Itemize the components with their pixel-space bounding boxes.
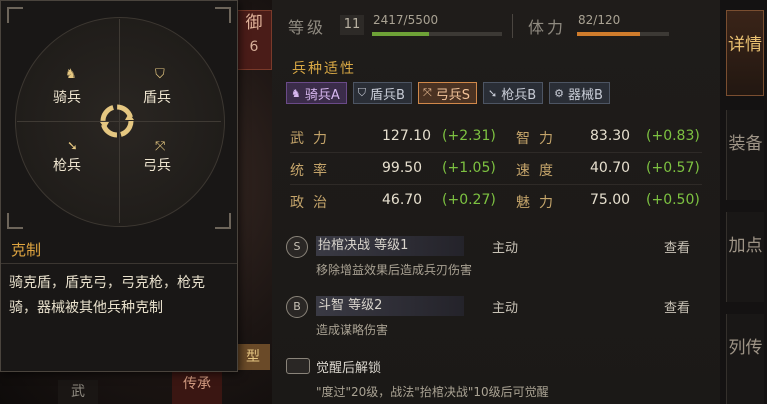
awaken-description: "度过"20级，战法"抬棺决战"10级后可觉醒	[316, 385, 549, 399]
stamina-text: 82/120	[578, 13, 621, 27]
popup-body: 骑克盾，盾克弓，弓克枪，枪克骑，器械被其他兵种克制	[9, 275, 205, 316]
stat-bonus: (+0.50)	[646, 192, 700, 208]
defense-badge-label: 御	[245, 13, 263, 33]
tab-equipment[interactable]: 装备	[726, 110, 764, 200]
aptitude-shield[interactable]: ⛉ 盾兵B	[352, 82, 412, 104]
tab-label: 列传	[728, 338, 763, 358]
stat-bonus: (+0.83)	[646, 128, 700, 144]
exp-text: 2417/5500	[373, 13, 439, 27]
spear-icon: ➘	[67, 139, 78, 154]
shield-icon: ⛉	[357, 86, 367, 99]
level-value: 11	[340, 15, 364, 35]
aptitude-label: 器械B	[568, 87, 603, 103]
aptitude-list: ♞ 骑兵A ⛉ 盾兵B ⤧ 弓兵S ➘ 枪兵B ⚙ 器械B	[286, 82, 610, 104]
stat-divider	[290, 184, 702, 185]
skill-description: 造成谋略伤害	[316, 323, 389, 337]
corner-ornament	[7, 7, 23, 23]
aptitude-title: 兵种适性	[292, 61, 356, 77]
popup-title: 克制	[11, 241, 42, 259]
tab-details[interactable]: 详情	[726, 10, 764, 96]
level-label: 等级	[288, 18, 327, 37]
stat-name: 武力	[290, 131, 336, 147]
aptitude-label: 枪兵B	[501, 87, 537, 103]
stat-value: 75.00	[590, 192, 631, 208]
cycle-arrows-icon	[100, 104, 134, 138]
horse-icon: ♞	[65, 67, 77, 82]
skill-description: 移除增益效果后造成兵刃伤害	[316, 263, 473, 277]
stat-bonus: (+0.57)	[646, 160, 700, 176]
stat-value: 127.10	[382, 128, 431, 144]
stat-bonus: (+2.31)	[442, 128, 496, 144]
wheel-label-cavalry: 骑兵	[53, 90, 81, 106]
bow-icon: ⤧	[155, 139, 166, 154]
aptitude-label: 盾兵B	[370, 87, 405, 103]
tab-biography[interactable]: 列传	[726, 314, 764, 404]
stat-value: 46.70	[382, 192, 423, 208]
aptitude-siege[interactable]: ⚙ 器械B	[549, 82, 610, 104]
defense-badge-value: 6	[249, 39, 259, 55]
skill-name: 抬棺决战 等级1	[316, 236, 464, 256]
shield-icon: ⛉	[155, 67, 165, 82]
awaken-title: 觉醒后解锁	[316, 361, 382, 376]
character-detail-panel: 等级 11 2417/5500 体力 82/120 兵种适性 ♞ 骑兵A ⛉ 盾兵B…	[272, 0, 720, 404]
corner-ornament	[215, 213, 231, 229]
stat-value: 99.50	[382, 160, 423, 176]
xing-tag[interactable]: 型	[236, 344, 270, 370]
aptitude-label: 骑兵A	[304, 87, 340, 103]
stat-name: 魅力	[516, 195, 562, 211]
aptitude-label: 弓兵S	[435, 87, 471, 103]
stat-name: 统率	[290, 163, 336, 179]
tab-label: 加点	[728, 236, 763, 256]
popup-divider	[1, 263, 237, 264]
tab-label: 装备	[728, 134, 763, 154]
corner-ornament	[215, 7, 231, 23]
aptitude-cavalry[interactable]: ♞ 骑兵A	[286, 82, 347, 104]
tab-points[interactable]: 加点	[726, 212, 764, 302]
exp-bar	[372, 32, 502, 36]
corner-ornament	[7, 213, 23, 229]
skill-grade-badge: B	[286, 296, 308, 318]
skill-type: 主动	[492, 301, 519, 316]
horse-icon: ♞	[291, 86, 301, 100]
skill-type: 主动	[492, 241, 519, 256]
wheel-label-shield: 盾兵	[143, 90, 171, 106]
status-bar: 等级 11 2417/5500 体力 82/120	[272, 8, 720, 42]
stat-value: 83.30	[590, 128, 631, 144]
siege-icon: ⚙	[554, 86, 565, 100]
stamina-label: 体力	[528, 18, 567, 37]
lock-icon	[286, 358, 310, 374]
stamina-bar	[577, 32, 669, 36]
stamina-bar-fill	[577, 32, 640, 36]
aptitude-archer[interactable]: ⤧ 弓兵S	[417, 82, 478, 104]
bottom-tab-wu[interactable]: 武	[58, 380, 98, 404]
side-tabs: 详情 装备 加点 列传	[726, 0, 767, 404]
tab-label: 详情	[728, 35, 762, 55]
view-skill-button[interactable]: 查看	[664, 297, 690, 316]
bow-icon: ⤧	[422, 86, 432, 99]
defense-badge: 御 6	[236, 10, 272, 70]
skill-grade-badge: S	[286, 236, 308, 258]
stat-name: 速度	[516, 163, 562, 179]
aptitude-spear[interactable]: ➘ 枪兵B	[483, 82, 544, 104]
view-skill-button[interactable]: 查看	[664, 237, 690, 256]
stat-bonus: (+1.05)	[442, 160, 496, 176]
stat-divider	[290, 152, 702, 153]
skill-name: 斗智 等级2	[316, 296, 464, 316]
status-divider	[512, 14, 513, 38]
stat-name: 智力	[516, 131, 562, 147]
spear-icon: ➘	[488, 86, 498, 100]
exp-bar-fill	[372, 32, 430, 36]
stat-name: 政治	[290, 195, 336, 211]
stat-bonus: (+0.27)	[442, 192, 496, 208]
wheel-label-archer: 弓兵	[143, 158, 171, 174]
counter-tooltip-popup: ♞ 骑兵 ⛉ 盾兵 ➘ 枪兵 ⤧ 弓兵 克制 骑克盾，盾克弓，弓克枪，枪克骑，器…	[0, 0, 238, 372]
wheel-label-spear: 枪兵	[53, 158, 81, 174]
stat-value: 40.70	[590, 160, 631, 176]
